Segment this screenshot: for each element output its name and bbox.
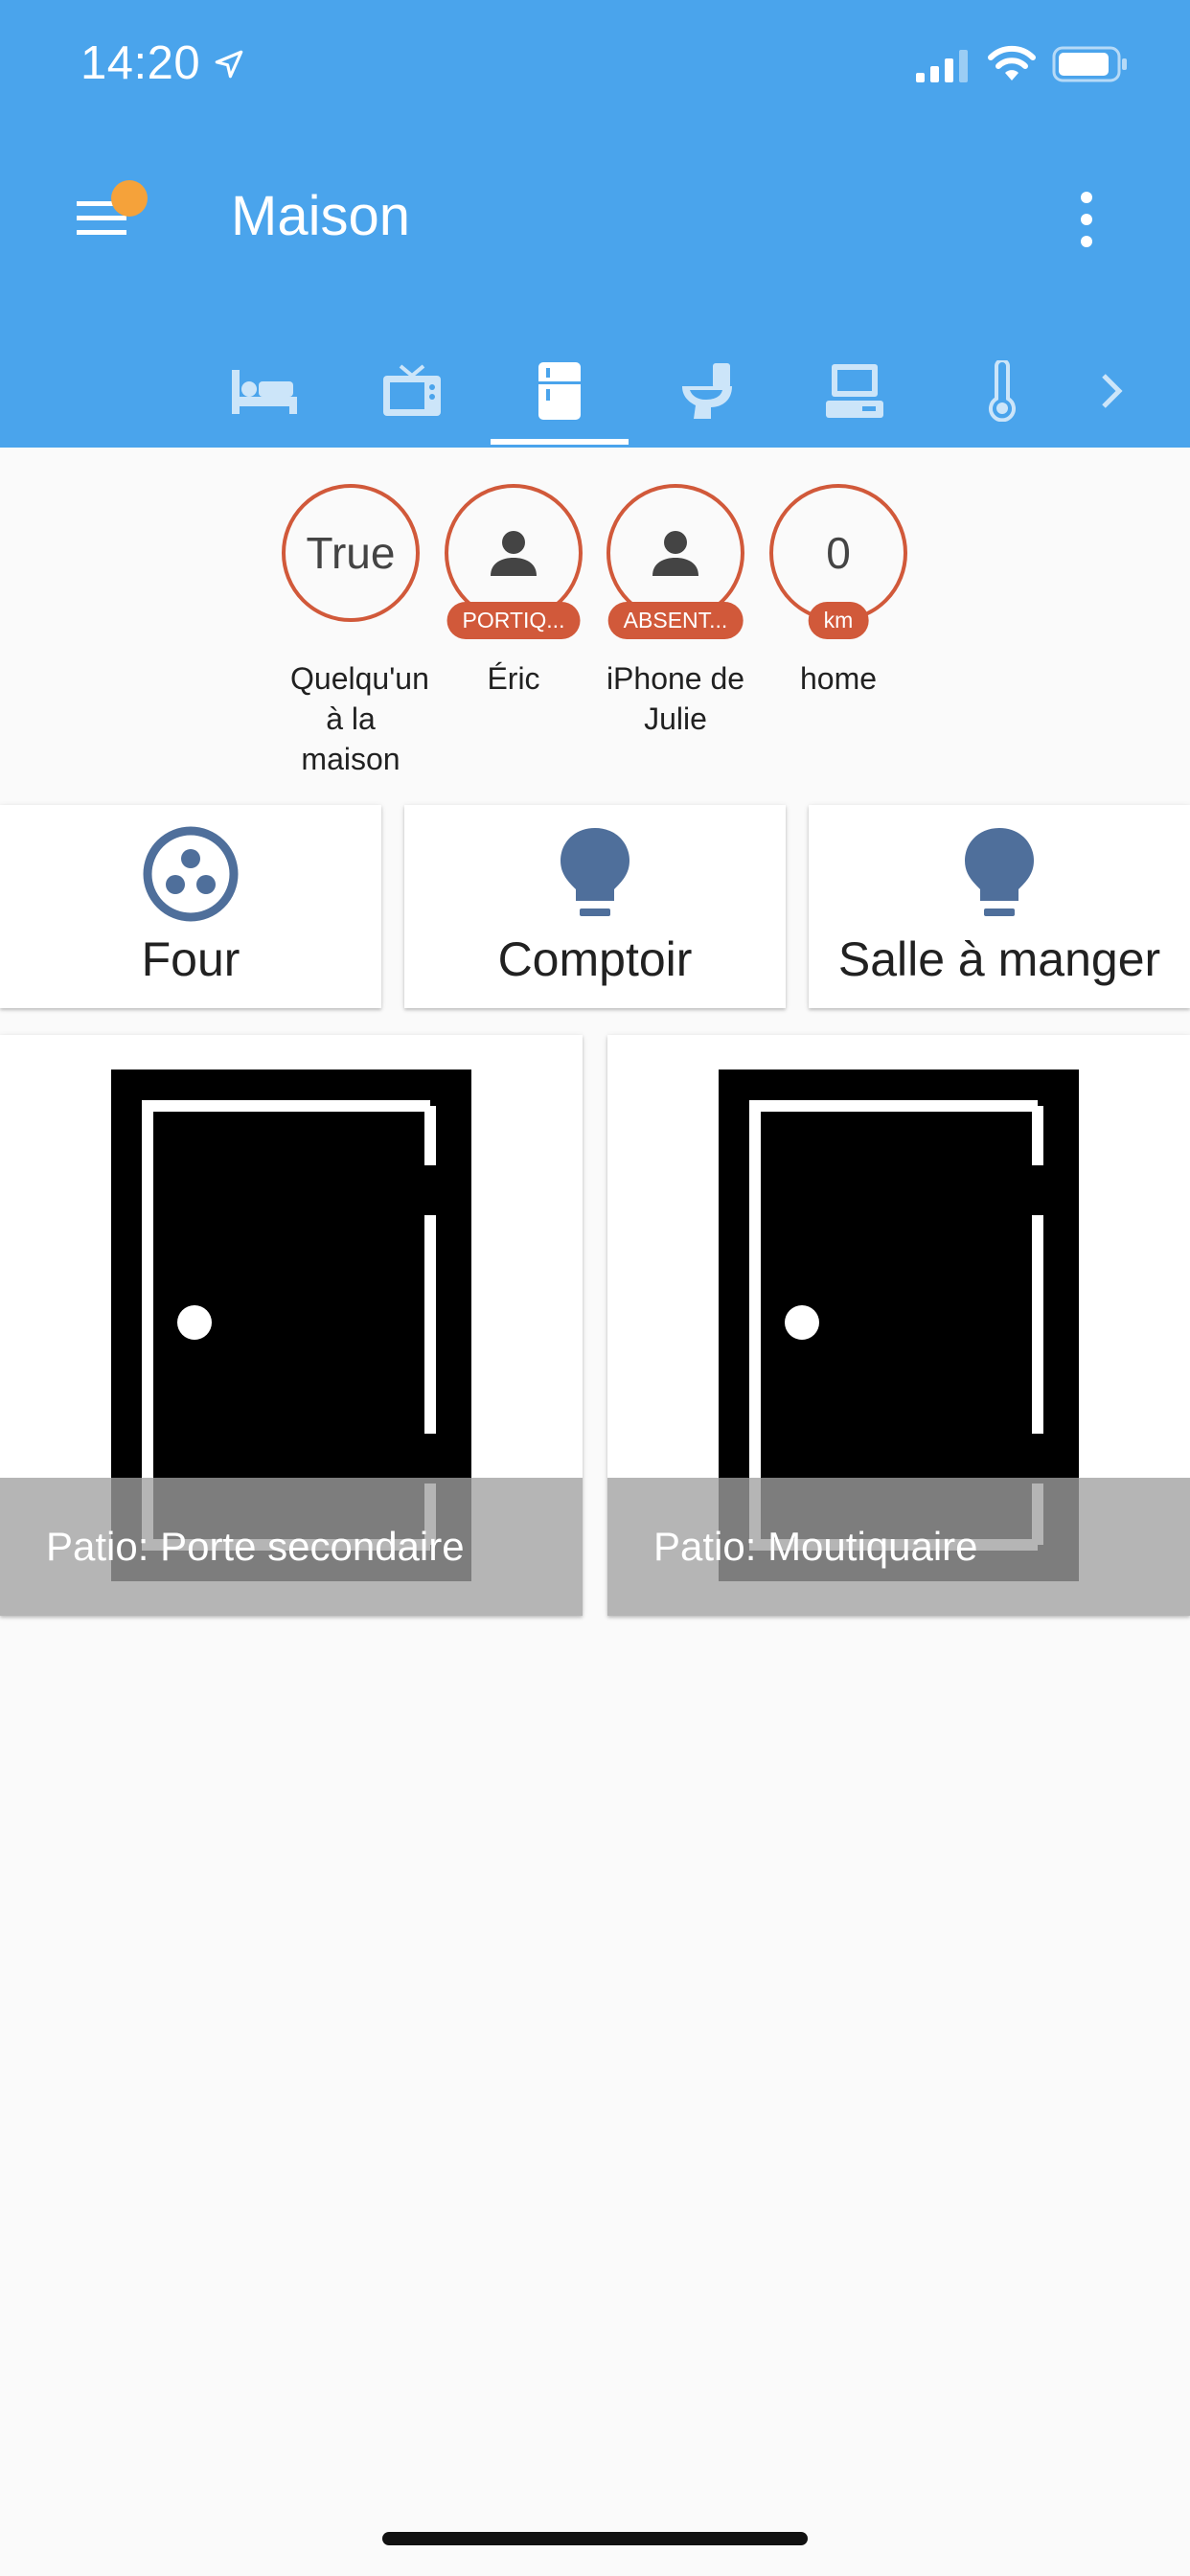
badge-name: Quelqu'un à la maison bbox=[290, 661, 429, 776]
active-tab-indicator bbox=[491, 439, 629, 445]
picture-card-caption: Patio: Porte secondaire bbox=[0, 1478, 583, 1616]
fridge-icon bbox=[538, 362, 581, 420]
bed-icon bbox=[232, 370, 297, 414]
badge-circle: PORTIQ... bbox=[445, 484, 583, 639]
status-time: 14:20 bbox=[80, 37, 201, 89]
stove-burners-icon bbox=[143, 826, 239, 922]
comptoir-button[interactable]: Comptoir bbox=[404, 805, 786, 1008]
app-bar: 14:20 Maison bbox=[0, 0, 1190, 448]
button-label: Salle à manger bbox=[837, 932, 1161, 986]
picture-card-moutiquaire[interactable]: Patio: Moutiquaire bbox=[607, 1035, 1190, 1616]
view-tabs bbox=[0, 334, 1190, 448]
badge-home-distance[interactable]: 0 km home bbox=[768, 484, 908, 699]
notification-dot bbox=[111, 180, 148, 217]
badge-circle: ABSENT... bbox=[606, 484, 744, 639]
cellular-signal-icon bbox=[916, 50, 968, 82]
badge-name: home bbox=[799, 661, 878, 696]
toilet-icon bbox=[682, 363, 732, 419]
salle-a-manger-button[interactable]: Salle à manger bbox=[809, 805, 1190, 1008]
badge-label: PORTIQ... bbox=[446, 602, 581, 639]
chevron-right-icon bbox=[1102, 374, 1123, 408]
button-label: Four bbox=[141, 932, 240, 986]
lightbulb-icon bbox=[965, 828, 1034, 916]
badge-eric[interactable]: PORTIQ... Éric bbox=[444, 484, 584, 699]
badge-value: 0 bbox=[826, 528, 851, 578]
tab-kitchen[interactable] bbox=[492, 334, 627, 448]
badge-circle: True bbox=[282, 484, 420, 622]
person-icon bbox=[491, 531, 537, 576]
badge-value: True bbox=[306, 528, 396, 578]
badge-label: km bbox=[808, 602, 869, 639]
laptop-icon bbox=[826, 364, 883, 418]
four-button[interactable]: Four bbox=[0, 805, 381, 1008]
tab-climate[interactable] bbox=[935, 334, 1069, 448]
tab-office[interactable] bbox=[788, 334, 922, 448]
home-indicator[interactable] bbox=[382, 2532, 808, 2545]
badge-name: Éric bbox=[487, 661, 540, 696]
tab-bathroom[interactable] bbox=[640, 334, 774, 448]
badge-iphone-julie[interactable]: ABSENT... iPhone de Julie bbox=[606, 484, 745, 739]
badge-someone-home[interactable]: True Quelqu'un à la maison bbox=[281, 484, 429, 779]
button-label: Comptoir bbox=[497, 932, 693, 986]
location-arrow-icon bbox=[215, 50, 243, 79]
more-vertical-icon bbox=[1081, 192, 1092, 247]
badge-circle: 0 km bbox=[769, 484, 907, 639]
badge-label: ABSENT... bbox=[607, 602, 744, 639]
picture-card-porte-secondaire[interactable]: Patio: Porte secondaire bbox=[0, 1035, 583, 1616]
wifi-icon bbox=[988, 45, 1036, 80]
tab-tv[interactable] bbox=[345, 334, 479, 448]
lightbulb-icon bbox=[561, 828, 629, 916]
tv-icon bbox=[383, 364, 441, 416]
person-icon bbox=[652, 531, 698, 576]
more-options-button[interactable] bbox=[1064, 188, 1110, 251]
tabs-scroll-right-button[interactable] bbox=[1054, 334, 1169, 448]
picture-card-caption: Patio: Moutiquaire bbox=[607, 1478, 1190, 1616]
page-title: Maison bbox=[231, 185, 410, 247]
thermometer-icon bbox=[989, 360, 1016, 422]
battery-icon bbox=[1052, 46, 1127, 82]
badge-name: iPhone de Julie bbox=[606, 661, 745, 736]
tab-bedroom[interactable] bbox=[197, 334, 332, 448]
